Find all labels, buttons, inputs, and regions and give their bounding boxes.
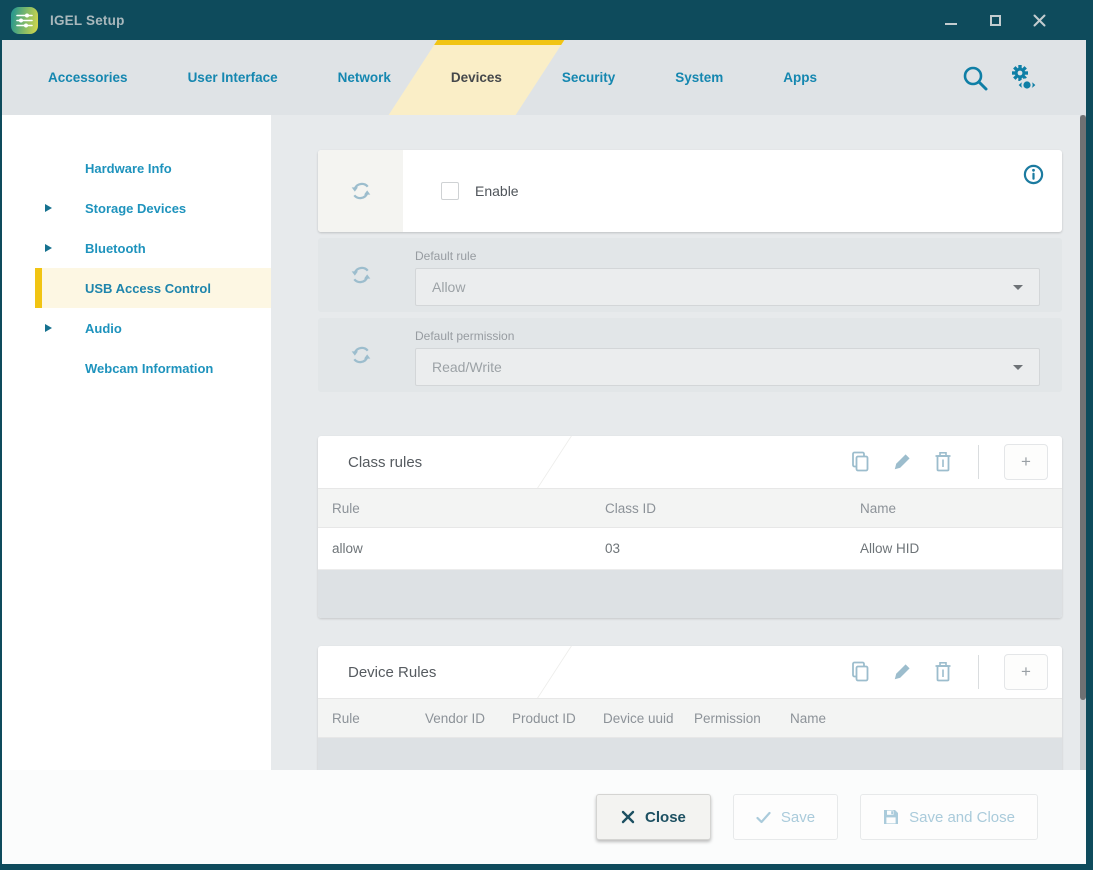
device-rules-card: Device Rules	[318, 646, 1062, 770]
column-header-permission[interactable]: Permission	[694, 711, 790, 726]
footer-bar: Close Save Save and Close	[2, 770, 1086, 864]
delete-trash-icon[interactable]	[933, 661, 953, 683]
igel-setup-window: IGEL Setup Accessories User Interface Ne…	[0, 0, 1093, 870]
add-device-rule-button[interactable]: +	[1004, 654, 1048, 690]
tab-system[interactable]: System	[645, 40, 753, 115]
titlebar: IGEL Setup	[2, 0, 1086, 40]
sidebar-item-webcam-information[interactable]: Webcam Information	[35, 348, 271, 388]
reset-parameter-button[interactable]	[318, 150, 403, 232]
tab-user-interface[interactable]: User Interface	[158, 40, 308, 115]
sidebar-item-storage-devices[interactable]: Storage Devices	[35, 188, 271, 228]
close-x-icon	[621, 810, 635, 824]
checkmark-icon	[756, 811, 771, 824]
column-header-rule[interactable]: Rule	[332, 711, 425, 726]
device-rules-title: Device Rules	[348, 664, 436, 681]
column-header-class-id[interactable]: Class ID	[605, 501, 860, 516]
toolbar-divider	[978, 655, 979, 689]
column-header-vendor-id[interactable]: Vendor ID	[425, 711, 512, 726]
copy-icon[interactable]	[850, 661, 871, 683]
edit-pencil-icon[interactable]	[892, 452, 912, 472]
class-rules-card: Class rules	[318, 436, 1062, 618]
column-header-rule[interactable]: Rule	[332, 501, 605, 516]
default-permission-select[interactable]: Read/Write	[415, 348, 1040, 386]
default-rule-select[interactable]: Allow	[415, 268, 1040, 306]
edit-pencil-icon[interactable]	[892, 662, 912, 682]
expand-arrow-icon	[45, 244, 52, 252]
add-class-rule-button[interactable]: +	[1004, 444, 1048, 480]
table-empty-area	[318, 570, 1062, 618]
chevron-down-icon	[1013, 285, 1023, 290]
close-button[interactable]: Close	[596, 794, 711, 840]
search-icon[interactable]	[960, 63, 990, 93]
scrollbar-thumb[interactable]	[1080, 115, 1086, 700]
window-controls	[944, 13, 1086, 27]
toolbar-divider	[978, 445, 979, 479]
expand-arrow-icon	[45, 324, 52, 332]
window-title: IGEL Setup	[50, 13, 125, 28]
sidebar-item-audio[interactable]: Audio	[35, 308, 271, 348]
main-area: Hardware Info Storage Devices Bluetooth …	[2, 115, 1086, 770]
column-header-name[interactable]: Name	[860, 501, 1062, 516]
tab-devices[interactable]: Devices	[421, 40, 532, 115]
default-permission-row: Default permission Read/Write	[318, 318, 1062, 392]
column-header-product-id[interactable]: Product ID	[512, 711, 603, 726]
tab-bar: Accessories User Interface Network Devic…	[2, 40, 1086, 115]
close-window-icon[interactable]	[1032, 13, 1046, 27]
minimize-icon[interactable]	[944, 13, 958, 27]
chevron-down-icon	[1013, 365, 1023, 370]
class-rules-title: Class rules	[348, 454, 422, 471]
expand-arrow-icon	[45, 204, 52, 212]
default-permission-label: Default permission	[415, 329, 1040, 343]
info-icon[interactable]	[1023, 164, 1044, 185]
setup-view-toggle-icon[interactable]	[1006, 62, 1042, 94]
save-and-close-button[interactable]: Save and Close	[860, 794, 1038, 840]
sidebar: Hardware Info Storage Devices Bluetooth …	[2, 115, 271, 770]
tab-accessories[interactable]: Accessories	[18, 40, 158, 115]
column-header-device-uuid[interactable]: Device uuid	[603, 711, 694, 726]
enable-label: Enable	[475, 183, 519, 199]
maximize-icon[interactable]	[988, 13, 1002, 27]
sidebar-item-usb-access-control[interactable]: USB Access Control	[35, 268, 271, 308]
delete-trash-icon[interactable]	[933, 451, 953, 473]
class-rule-table-row[interactable]: allow 03 Allow HID	[318, 528, 1062, 570]
floppy-disk-icon	[883, 809, 899, 825]
table-empty-area	[318, 738, 1062, 770]
tab-apps[interactable]: Apps	[753, 40, 847, 115]
save-button[interactable]: Save	[733, 794, 838, 840]
column-header-name[interactable]: Name	[790, 711, 1062, 726]
app-logo-icon	[11, 7, 38, 34]
vertical-scrollbar[interactable]	[1080, 115, 1086, 770]
default-rule-row: Default rule Allow	[318, 238, 1062, 312]
sidebar-item-bluetooth[interactable]: Bluetooth	[35, 228, 271, 268]
reset-parameter-button[interactable]	[318, 238, 403, 312]
default-rule-label: Default rule	[415, 249, 1040, 263]
enable-card: Enable	[318, 150, 1062, 232]
sidebar-item-hardware-info[interactable]: Hardware Info	[35, 148, 271, 188]
reset-parameter-button[interactable]	[318, 318, 403, 392]
copy-icon[interactable]	[850, 451, 871, 473]
enable-checkbox[interactable]	[441, 182, 459, 200]
settings-panel: Enable	[271, 115, 1080, 770]
